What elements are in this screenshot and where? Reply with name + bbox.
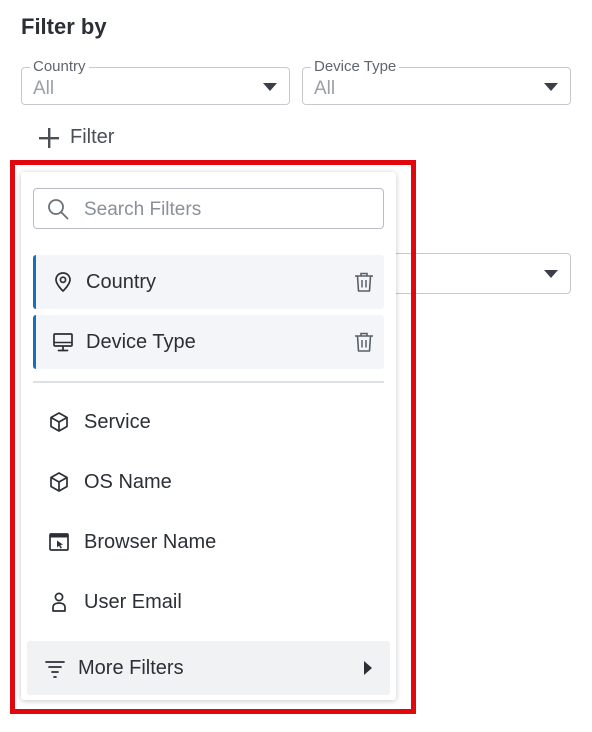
highlight-box	[10, 160, 416, 714]
device-type-select-value: All	[314, 78, 336, 99]
plus-icon	[39, 127, 59, 148]
caret-down-icon	[544, 83, 558, 91]
add-filter-label: Filter	[70, 126, 115, 148]
device-type-select-legend: Device Type	[311, 58, 400, 76]
country-select[interactable]: Country All	[21, 58, 290, 105]
filter-by-title: Filter by	[21, 14, 107, 39]
caret-down-icon	[544, 270, 558, 278]
partially-hidden-select[interactable]	[396, 253, 571, 294]
country-select-legend: Country	[30, 58, 89, 76]
add-filter-button[interactable]: Filter	[38, 126, 114, 149]
device-type-select[interactable]: Device Type All	[302, 58, 571, 105]
caret-down-icon	[263, 83, 277, 91]
country-select-value: All	[33, 78, 55, 99]
